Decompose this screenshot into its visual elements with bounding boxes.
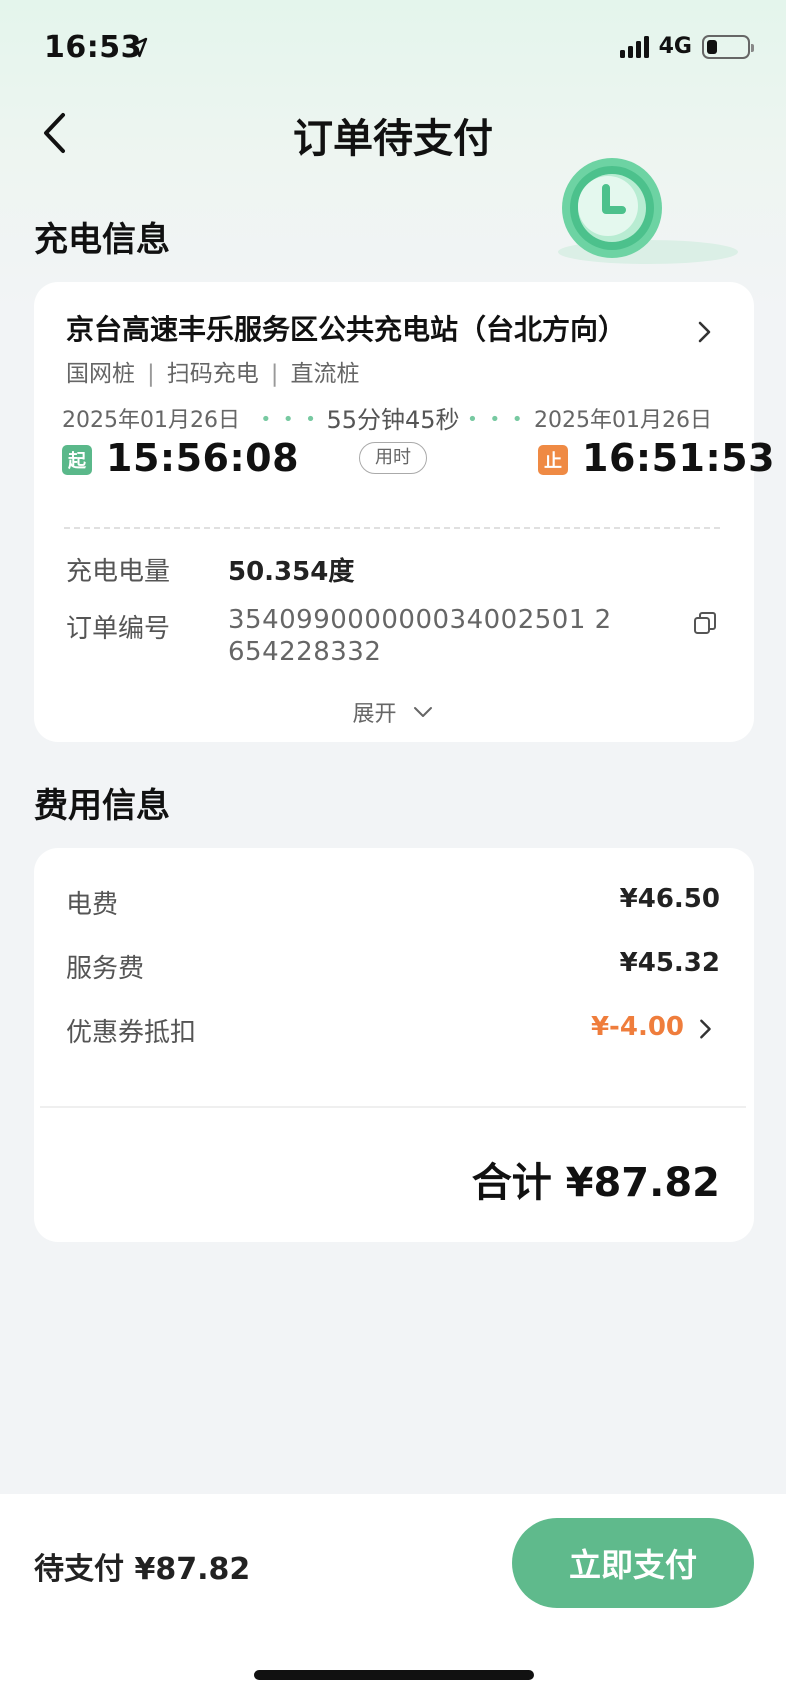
pending-amount: 待支付 ¥87.82 [34, 1552, 251, 1587]
coupon-value[interactable]: ¥-4.00 [591, 1012, 684, 1042]
charge-section-title: 充电信息 [34, 220, 170, 260]
order-number-line-1: 354099000000034002501 2 [228, 605, 612, 635]
start-time: 15:56:08 [106, 436, 300, 480]
electricity-fee-label: 电费 [66, 890, 119, 920]
order-number-line-2: 654228332 [228, 637, 382, 667]
tag-current-type: 直流桩 [290, 361, 360, 387]
end-date: 2025年01月26日 [534, 408, 712, 433]
fee-section-title: 费用信息 [34, 786, 170, 826]
coupon-chevron-icon[interactable] [694, 1018, 718, 1042]
status-indicators: 4G [619, 34, 754, 59]
service-fee-value: ¥45.32 [619, 948, 720, 978]
location-arrow-icon [126, 36, 150, 64]
duration-value: 55分钟45秒 [326, 406, 460, 434]
copy-icon[interactable] [692, 610, 718, 636]
pay-now-button[interactable]: 立即支付 [512, 1518, 754, 1608]
chevron-right-icon[interactable] [692, 320, 716, 344]
battery-icon [702, 34, 754, 59]
duration-label: 用时 [359, 442, 427, 474]
tag-pile-type: 国网桩 [66, 361, 135, 387]
start-badge: 起 [62, 445, 92, 475]
tag-charge-method: 扫码充电 [166, 361, 259, 387]
order-label: 订单编号 [66, 614, 171, 644]
network-type: 4G [658, 34, 692, 59]
energy-value: 50.354度 [228, 557, 355, 587]
expand-toggle[interactable]: 展开 [0, 696, 786, 728]
dashed-divider [64, 527, 720, 529]
chevron-down-icon [413, 707, 432, 717]
station-name[interactable]: 京台高速丰乐服务区公共充电站（台北方向） [66, 308, 626, 348]
order-number: 354099000000034002501 2 654228332 [228, 604, 612, 668]
home-indicator[interactable] [254, 1670, 534, 1680]
service-fee-label: 服务费 [66, 954, 145, 984]
expand-label: 展开 [352, 702, 397, 727]
charge-info-card [34, 282, 754, 742]
end-badge: 止 [538, 445, 568, 475]
coupon-label[interactable]: 优惠券抵扣 [66, 1012, 196, 1049]
fee-divider [40, 1106, 746, 1108]
energy-label: 充电电量 [66, 557, 171, 587]
signal-icon [619, 35, 649, 58]
station-tags: 国网桩 | 扫码充电 | 直流桩 [66, 361, 360, 387]
end-time: 16:51:53 [582, 436, 776, 480]
electricity-fee-value: ¥46.50 [619, 884, 720, 914]
total-amount: 合计 ¥87.82 [471, 1160, 720, 1206]
clock-icon [548, 156, 748, 276]
